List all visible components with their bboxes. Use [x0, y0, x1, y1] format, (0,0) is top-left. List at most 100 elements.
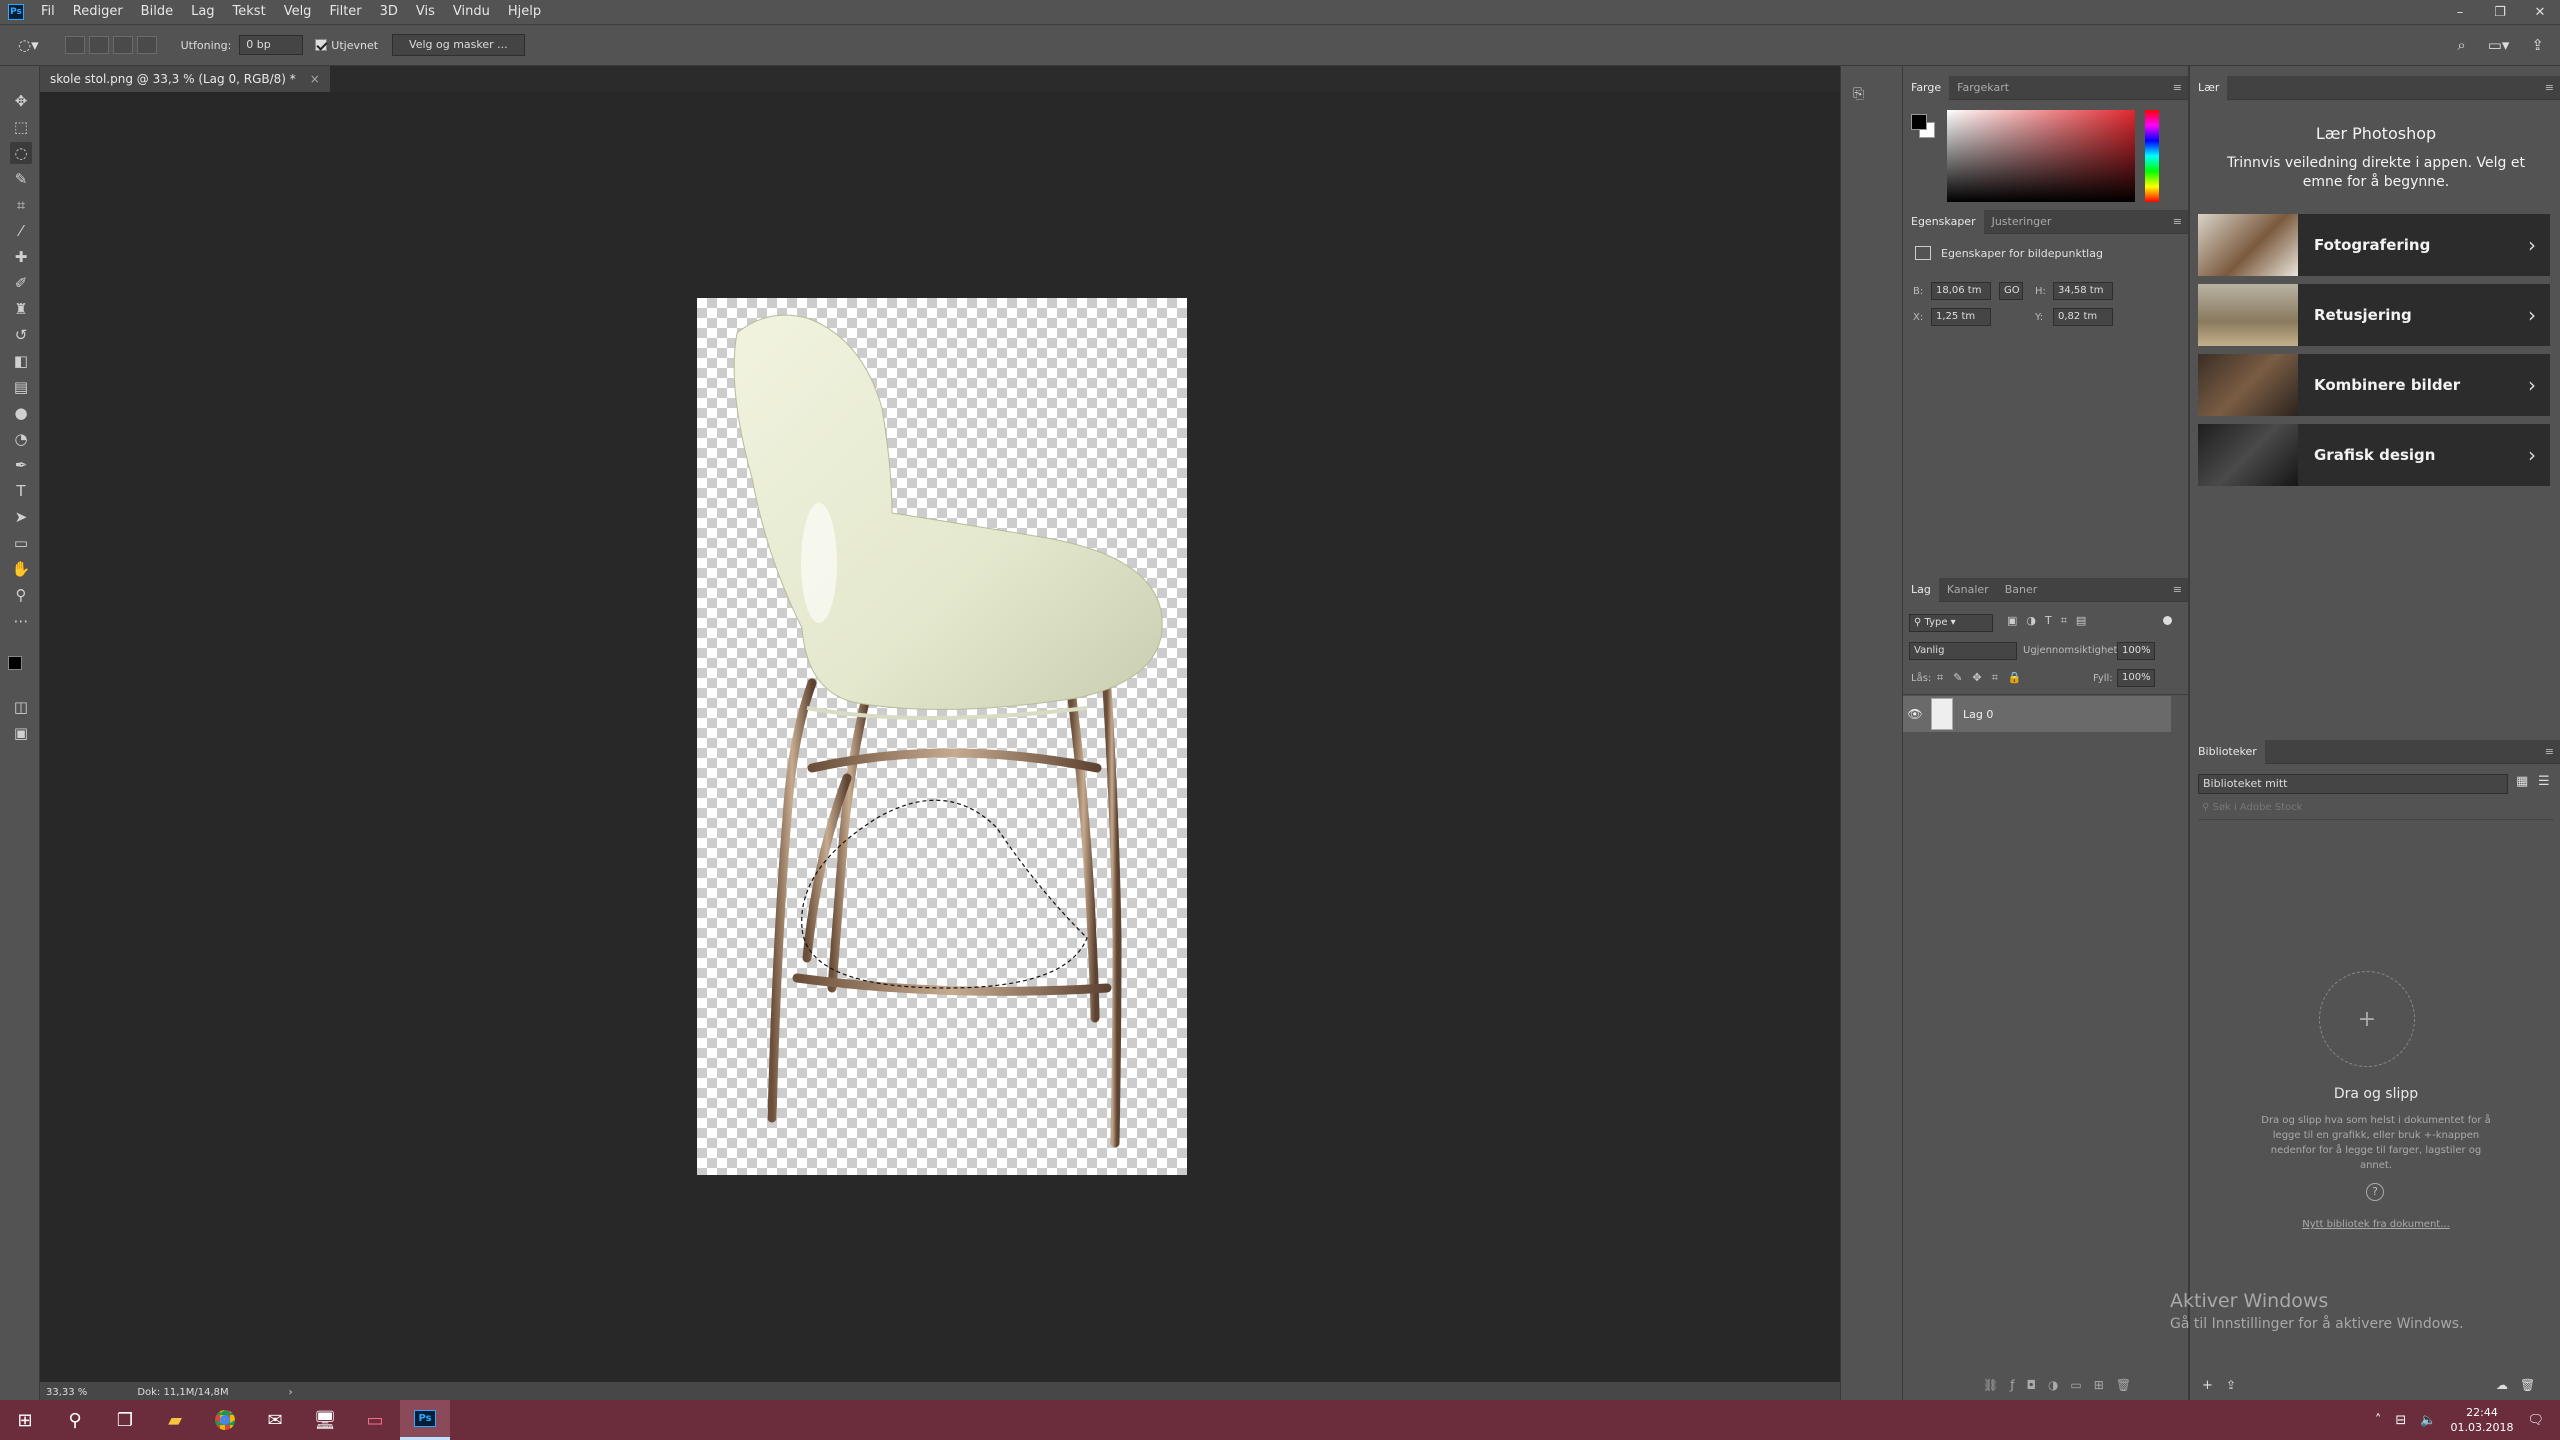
link-dimensions-icon[interactable]: GO	[1999, 282, 2023, 300]
menu-image[interactable]: Bilde	[132, 0, 182, 24]
marquee-icon[interactable]: ⬚	[10, 116, 32, 138]
app-icon[interactable]: ▭	[350, 1400, 400, 1440]
select-and-mask-button[interactable]: Velg og masker ...	[392, 34, 525, 56]
document-tab[interactable]: skole stol.png @ 33,3 % (Lag 0, RGB/8) *…	[40, 66, 331, 92]
gradient-icon[interactable]: ▤	[10, 376, 32, 398]
new-selection-icon[interactable]	[64, 36, 85, 54]
hand-icon[interactable]: ✋	[10, 558, 32, 580]
zoom-icon[interactable]: ⚲	[10, 584, 32, 606]
history-brush-icon[interactable]: ↺	[10, 324, 32, 346]
tab-learn[interactable]: Lær	[2190, 75, 2228, 100]
minimize-button[interactable]: –	[2440, 5, 2480, 20]
height-field[interactable]: 34,58 tm	[2053, 282, 2113, 300]
type-icon[interactable]: T	[10, 480, 32, 502]
upload-icon[interactable]: ⇪	[2226, 1378, 2236, 1392]
eraser-icon[interactable]: ◧	[10, 350, 32, 372]
path-select-icon[interactable]: ➤	[10, 506, 32, 528]
tab-adjustments[interactable]: Justeringer	[1984, 210, 2060, 234]
help-icon[interactable]: ?	[2366, 1183, 2384, 1201]
crop-icon[interactable]: ⌗	[10, 194, 32, 216]
pen-icon[interactable]: ✒	[10, 454, 32, 476]
panel-menu-icon[interactable]: ≡	[2539, 740, 2560, 764]
clock[interactable]: 22:44 01.03.2018	[2451, 1405, 2514, 1435]
library-dropdown[interactable]: Biblioteket mitt	[2198, 774, 2508, 794]
mail-icon[interactable]: ✉	[250, 1400, 300, 1440]
menu-3d[interactable]: 3D	[371, 0, 407, 24]
fill-field[interactable]: 100%	[2117, 669, 2155, 687]
quick-select-icon[interactable]: ✎	[10, 168, 32, 190]
task-view-icon[interactable]: ❐	[100, 1400, 150, 1440]
panel-menu-icon[interactable]: ≡	[2167, 76, 2188, 100]
share-icon[interactable]: ⇪	[2531, 36, 2544, 54]
network-icon[interactable]: ⊟	[2395, 1413, 2406, 1428]
layer-name[interactable]: Lag 0	[1963, 708, 1993, 721]
more-icon[interactable]: ⋯	[10, 610, 32, 632]
lasso-preset-icon[interactable]: ◌▾	[18, 36, 39, 54]
eye-icon[interactable]: 👁	[1903, 707, 1927, 721]
blur-icon[interactable]: ●	[10, 402, 32, 424]
history-panel-icon[interactable]: ⎘	[1853, 86, 1873, 106]
panel-menu-icon[interactable]: ≡	[2167, 578, 2188, 602]
status-menu-icon[interactable]: ›	[289, 1387, 293, 1398]
close-tab-icon[interactable]: ×	[310, 72, 320, 86]
learn-card-graphic-design[interactable]: Grafisk design ›	[2198, 424, 2550, 486]
workspace-icon[interactable]: ▭▾	[2488, 36, 2510, 54]
layer-filter-icons[interactable]: ▣◑T⌗▤	[2007, 614, 2095, 628]
maximize-button[interactable]: ❐	[2480, 5, 2520, 20]
photoshop-logo-icon[interactable]: Ps	[8, 4, 24, 20]
healing-icon[interactable]: ✚	[10, 246, 32, 268]
chevron-up-icon[interactable]: ˄	[2375, 1413, 2382, 1428]
learn-card-combine-images[interactable]: Kombinere bilder ›	[2198, 354, 2550, 416]
x-field[interactable]: 1,25 tm	[1931, 308, 1991, 326]
rectangle-icon[interactable]: ▭	[10, 532, 32, 554]
menu-help[interactable]: Hjelp	[499, 0, 550, 24]
feather-input[interactable]: 0 bp	[239, 35, 304, 55]
blend-mode-dropdown[interactable]: Vanlig	[1909, 642, 2017, 660]
y-field[interactable]: 0,82 tm	[2053, 308, 2113, 326]
add-selection-icon[interactable]	[88, 36, 109, 54]
grid-view-icon[interactable]: ▦	[2516, 774, 2528, 789]
antialias-checkbox[interactable]	[315, 39, 328, 51]
eyedropper-icon[interactable]: ⁄	[10, 220, 32, 242]
trash-icon[interactable]: 🗑	[2520, 1378, 2535, 1392]
opacity-field[interactable]: 100%	[2117, 642, 2155, 660]
tab-libraries[interactable]: Biblioteker	[2190, 739, 2265, 764]
panel-menu-icon[interactable]: ≡	[2167, 210, 2188, 234]
file-explorer-icon[interactable]: ▰	[150, 1400, 200, 1440]
layer-row[interactable]: 👁 Lag 0	[1903, 696, 2171, 732]
menu-select[interactable]: Velg	[275, 0, 321, 24]
search-icon[interactable]: ⌕	[2457, 36, 2465, 54]
chrome-icon[interactable]	[200, 1400, 250, 1440]
add-library-item-icon[interactable]: +	[2202, 1378, 2213, 1393]
tab-paths[interactable]: Baner	[1997, 578, 2046, 602]
width-field[interactable]: 18,06 tm	[1931, 282, 1991, 300]
dodge-icon[interactable]: ◔	[10, 428, 32, 450]
menu-view[interactable]: Vis	[407, 0, 444, 24]
lock-icons[interactable]: ⌗✎✥⌗🔒	[1937, 671, 2032, 685]
menu-file[interactable]: Fil	[32, 0, 64, 24]
quick-mask-icon[interactable]: ◫	[10, 696, 32, 718]
search-icon[interactable]: ⚲	[50, 1400, 100, 1440]
color-field[interactable]	[1947, 110, 2135, 202]
document-canvas[interactable]	[697, 298, 1187, 1175]
menu-type[interactable]: Tekst	[224, 0, 275, 24]
remote-desktop-icon[interactable]: 🖥	[300, 1400, 350, 1440]
layer-filter-dropdown[interactable]: ⚲ Type ▾	[1909, 614, 1993, 632]
windows-start-icon[interactable]: ⊞	[0, 1400, 50, 1440]
photoshop-taskbar-icon[interactable]: Ps	[400, 1400, 450, 1440]
notifications-icon[interactable]: 🗨	[2527, 1413, 2544, 1428]
tab-color[interactable]: Farge	[1903, 75, 1950, 100]
volume-icon[interactable]: 🔈	[2420, 1413, 2436, 1428]
subtract-selection-icon[interactable]	[112, 36, 133, 54]
new-library-link[interactable]: Nytt bibliotek fra dokument...	[2190, 1219, 2560, 1230]
intersect-selection-icon[interactable]	[136, 36, 157, 54]
zoom-level[interactable]: 33,33 %	[46, 1387, 87, 1398]
tab-swatches[interactable]: Fargekart	[1949, 76, 2017, 100]
tab-properties[interactable]: Egenskaper	[1903, 209, 1984, 234]
menu-layer[interactable]: Lag	[182, 0, 223, 24]
sync-icon[interactable]: ☁	[2496, 1378, 2508, 1392]
list-view-icon[interactable]: ☰	[2538, 774, 2550, 789]
brush-icon[interactable]: ✐	[10, 272, 32, 294]
learn-card-retouching[interactable]: Retusjering ›	[2198, 284, 2550, 346]
tab-layers[interactable]: Lag	[1903, 577, 1939, 602]
